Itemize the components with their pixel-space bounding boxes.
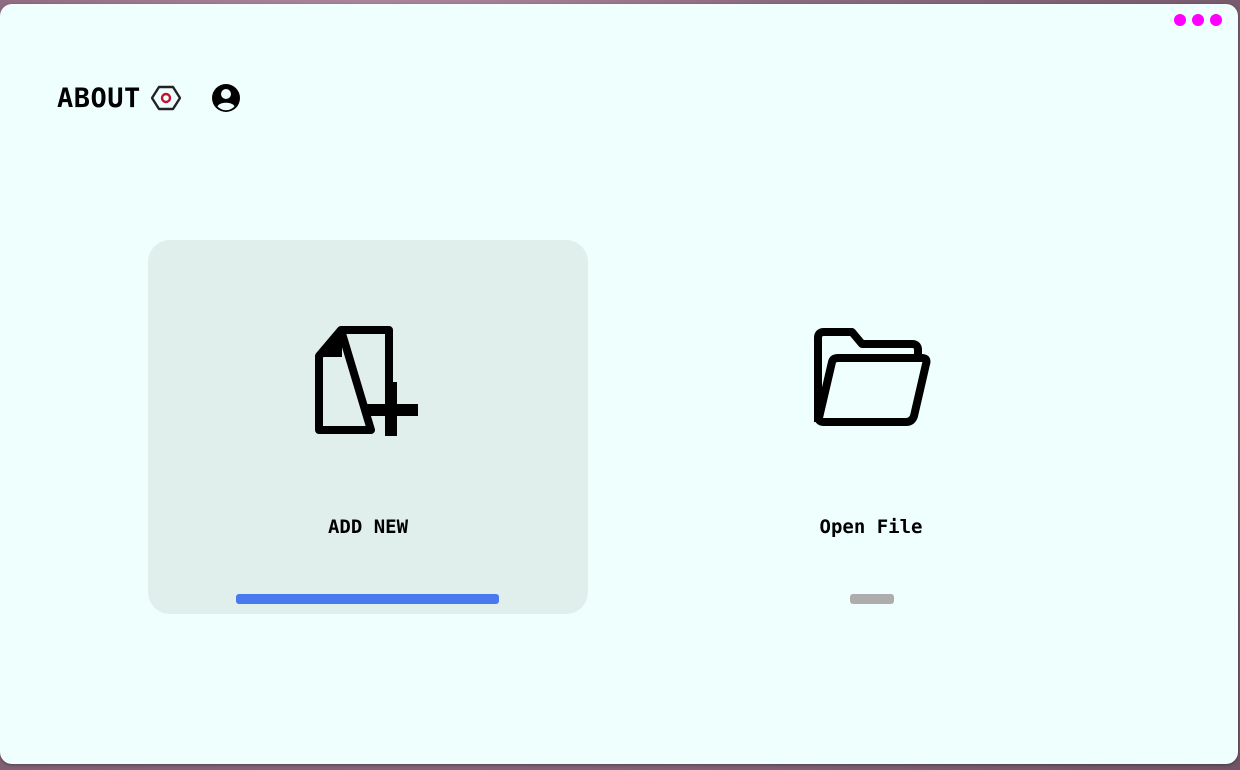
user-profile-icon[interactable] (211, 83, 241, 113)
folder-open-icon (810, 324, 932, 432)
more-dot (1174, 14, 1186, 26)
open-file-label: Open File (819, 516, 923, 538)
selection-indicator-active (236, 594, 499, 604)
add-new-card[interactable]: ADD NEW (148, 240, 588, 614)
selection-indicator-inactive (850, 594, 894, 604)
more-dot (1192, 14, 1204, 26)
header: ABOUT (57, 78, 241, 118)
file-add-icon (313, 324, 423, 440)
more-dot (1210, 14, 1222, 26)
more-options-button[interactable] (1174, 14, 1222, 26)
settings-icon[interactable] (150, 83, 181, 113)
open-file-card[interactable]: Open File (651, 240, 1091, 614)
about-title[interactable]: ABOUT (57, 83, 141, 114)
app-window: ABOUT ADD NEW Open File (0, 4, 1238, 764)
add-new-label: ADD NEW (327, 516, 409, 538)
